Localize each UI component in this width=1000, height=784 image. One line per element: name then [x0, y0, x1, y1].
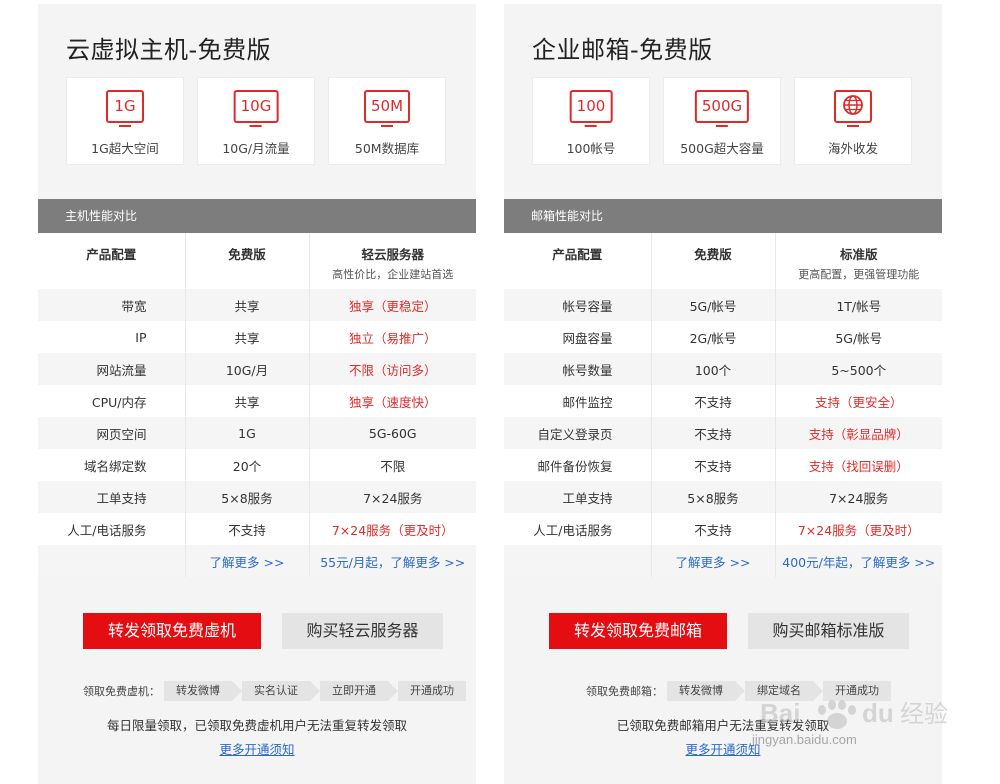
- table-more-row: 了解更多 >> 400元/年起，了解更多 >>: [504, 545, 942, 577]
- step-item: 实名认证: [242, 681, 320, 701]
- more-info-link[interactable]: 更多开通须知: [38, 739, 476, 758]
- table-row: 邮件监控 不支持 支持（更安全）: [504, 385, 942, 417]
- feature-label: 500G超大容量: [680, 141, 764, 156]
- table-row: 带宽 共享 独享（更稳定）: [38, 289, 476, 321]
- table-row: 帐号容量 5G/帐号 1T/帐号: [504, 289, 942, 321]
- feature-card-database: 50M 50M数据库: [328, 77, 446, 165]
- table-row: 网页空间 1G 5G-60G: [38, 417, 476, 449]
- table-row: 自定义登录页 不支持 支持（彰显品牌）: [504, 417, 942, 449]
- watermark-url: jingyan.baidu.com: [752, 732, 857, 747]
- monitor-10g-icon: 10G: [233, 90, 279, 127]
- baidu-watermark: Bai du 经验 jingyan.baidu.com: [722, 688, 962, 762]
- header-config: 产品配置: [38, 233, 186, 289]
- section-header: 主机性能对比: [38, 199, 476, 233]
- table-header-row: 产品配置 免费版 标准版 更高配置，更强管理功能: [504, 233, 942, 289]
- table-row: 工单支持 5×8服务 7×24服务: [38, 481, 476, 513]
- header-free: 免费版: [185, 233, 310, 289]
- learn-more-free-link[interactable]: 了解更多 >>: [185, 545, 310, 577]
- table-row: 人工/电话服务 不支持 7×24服务（更及时）: [504, 513, 942, 545]
- feature-card-accounts: 100 100帐号: [532, 77, 650, 165]
- learn-more-free-link[interactable]: 了解更多 >>: [651, 545, 776, 577]
- table-row: 工单支持 5×8服务 7×24服务: [504, 481, 942, 513]
- feature-card-overseas: 海外收发: [794, 77, 912, 165]
- get-free-vhost-button[interactable]: 转发领取免费虚机: [83, 613, 261, 649]
- comparison-table: 产品配置 免费版 轻云服务器 高性价比，企业建站首选 带宽 共享 独享（更稳定） …: [38, 233, 476, 577]
- buy-cloud-server-button[interactable]: 购买轻云服务器: [282, 613, 443, 649]
- monitor-500g-icon: 500G: [694, 90, 750, 127]
- table-row: 域名绑定数 20个 不限: [38, 449, 476, 481]
- feature-label: 10G/月流量: [222, 141, 290, 156]
- table-row: 人工/电话服务 不支持 7×24服务（更及时）: [38, 513, 476, 545]
- feature-label: 50M数据库: [354, 141, 420, 156]
- table-row: 网盘容量 2G/帐号 5G/帐号: [504, 321, 942, 353]
- table-row: 网站流量 10G/月 不限（访问多）: [38, 353, 476, 385]
- feature-card-capacity: 500G 500G超大容量: [663, 77, 781, 165]
- feature-label: 1G超大空间: [91, 141, 159, 156]
- table-row: 帐号数量 100个 5~500个: [504, 353, 942, 385]
- svg-text:经验: 经验: [900, 700, 948, 728]
- svg-text:Bai: Bai: [760, 698, 800, 728]
- table-row: CPU/内存 共享 独享（速度快）: [38, 385, 476, 417]
- steps-bar: 领取免费虚机： 转发微博 实名认证 立即开通 开通成功: [83, 680, 476, 702]
- baidu-paw-logo-icon: Bai du 经验: [760, 698, 948, 729]
- get-free-mail-button[interactable]: 转发领取免费邮箱: [549, 613, 727, 649]
- mail-title: 企业邮箱-免费版: [532, 36, 713, 64]
- feature-label: 海外收发: [827, 141, 878, 156]
- table-row: IP 共享 独立（易推广）: [38, 321, 476, 353]
- svg-text:du: du: [862, 698, 894, 728]
- header-free: 免费版: [651, 233, 776, 289]
- vhost-panel: 云虚拟主机-免费版 1G 1G超大空间 10G 10G/月流量 50M 50M数…: [38, 4, 476, 784]
- monitor-100-icon: 100: [569, 90, 613, 127]
- feature-card-space: 1G 1G超大空间: [66, 77, 184, 165]
- step-item: 立即开通: [320, 681, 398, 701]
- table-row: 邮件备份恢复 不支持 支持（找回误删）: [504, 449, 942, 481]
- notice-text: 每日限量领取，已领取免费虚机用户无法重复转发领取: [106, 718, 407, 733]
- step-item: 开通成功: [398, 681, 466, 701]
- learn-more-paid-link[interactable]: 400元/年起，了解更多 >>: [775, 545, 942, 577]
- comparison-table: 产品配置 免费版 标准版 更高配置，更强管理功能 帐号容量 5G/帐号 1T/帐号…: [504, 233, 942, 577]
- section-header: 邮箱性能对比: [504, 199, 942, 233]
- monitor-1g-icon: 1G: [106, 90, 144, 127]
- buy-standard-mail-button[interactable]: 购买邮箱标准版: [748, 613, 909, 649]
- table-more-row: 了解更多 >> 55元/月起，了解更多 >>: [38, 545, 476, 577]
- globe-icon: [834, 90, 872, 127]
- mail-panel: 企业邮箱-免费版 100 100帐号 500G 500G超大容量 海外收发 邮箱…: [504, 4, 942, 784]
- header-paid: 轻云服务器 高性价比，企业建站首选: [309, 233, 476, 289]
- feature-card-traffic: 10G 10G/月流量: [197, 77, 315, 165]
- vhost-title: 云虚拟主机-免费版: [66, 36, 272, 64]
- header-config: 产品配置: [504, 233, 652, 289]
- header-paid: 标准版 更高配置，更强管理功能: [775, 233, 942, 289]
- feature-label: 100帐号: [566, 141, 616, 156]
- learn-more-paid-link[interactable]: 55元/月起，了解更多 >>: [309, 545, 476, 577]
- monitor-50m-icon: 50M: [363, 90, 411, 127]
- step-item: 转发微博: [164, 681, 242, 701]
- table-header-row: 产品配置 免费版 轻云服务器 高性价比，企业建站首选: [38, 233, 476, 289]
